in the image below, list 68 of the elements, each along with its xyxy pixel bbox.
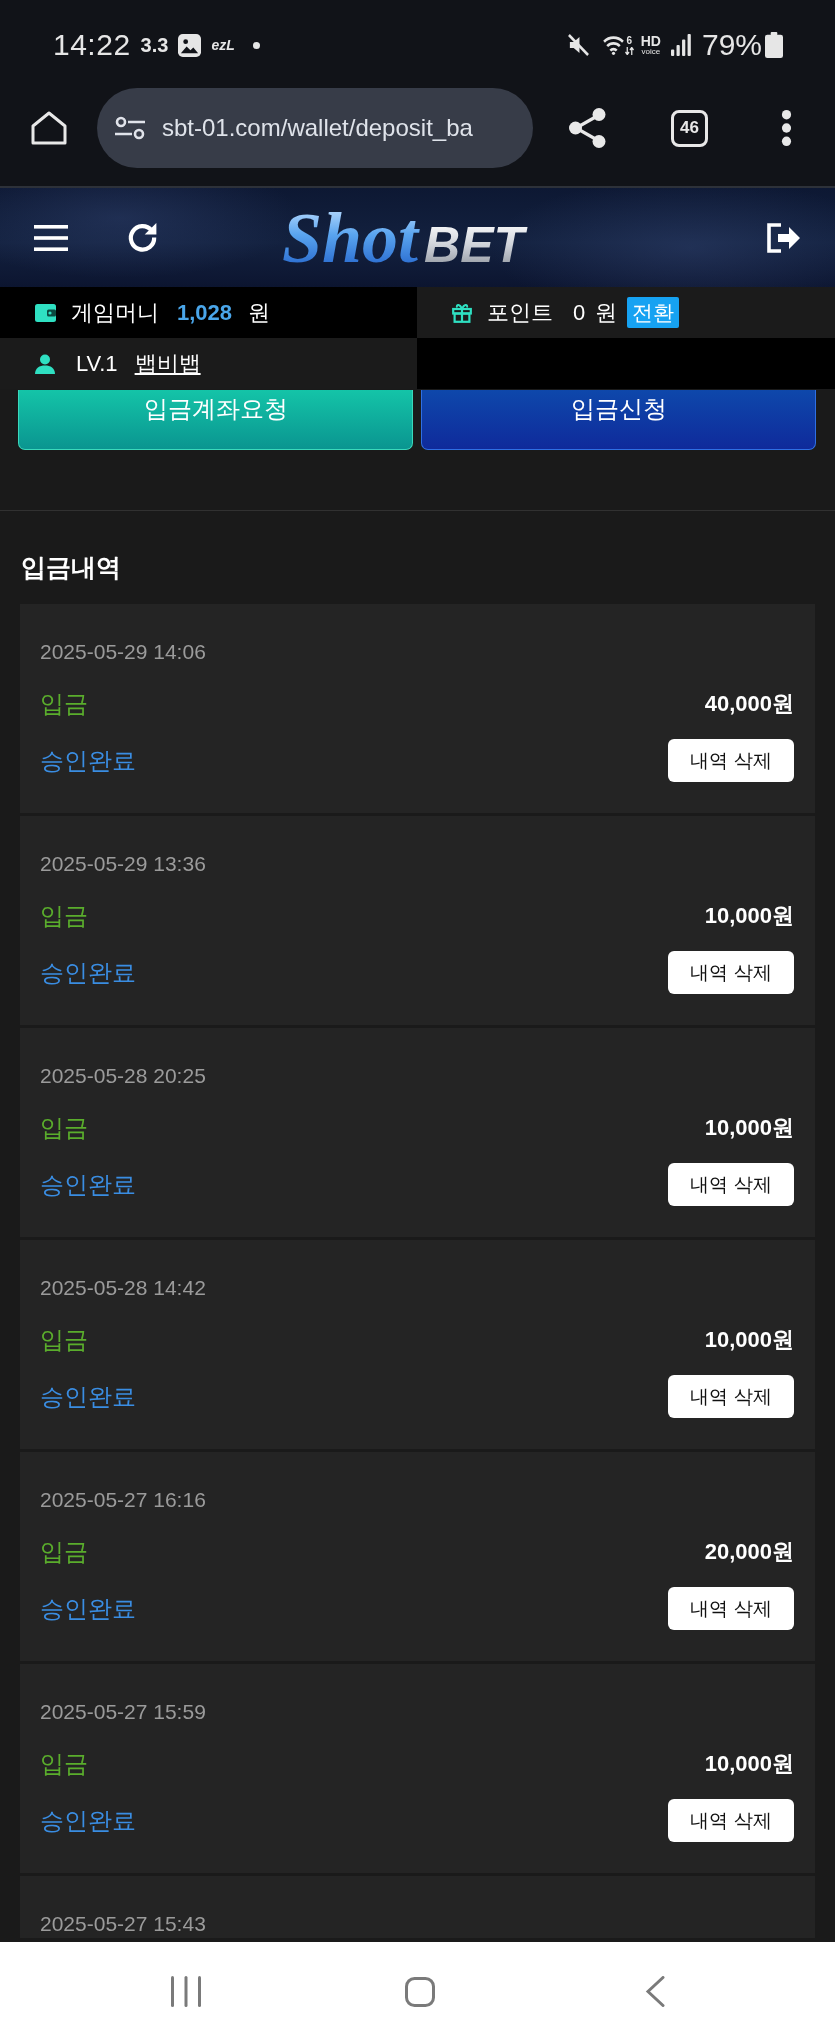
record-type: 입금 (40, 1537, 88, 1567)
voice-label: voice (641, 48, 661, 56)
url-text: sbt-01.com/wallet/deposit_ba (162, 114, 473, 142)
record-status: 승인완료 (40, 745, 136, 776)
record-date: 2025-05-28 20:25 (40, 1063, 207, 1089)
delete-record-button[interactable]: 내역 삭제 (668, 1799, 794, 1842)
record-type: 입금 (40, 1325, 88, 1355)
record-amount: 10,000원 (704, 1326, 794, 1354)
record-status: 승인완료 (40, 1805, 136, 1836)
currency-unit: 원 (595, 298, 618, 327)
record-amount: 10,000원 (704, 902, 794, 930)
game-money-amount: 1,028 (177, 299, 233, 326)
points-amount: 0 (573, 299, 586, 326)
menu-icon[interactable] (34, 224, 68, 251)
record-status: 승인완료 (40, 1169, 136, 1200)
transfer-arrows-icon (624, 46, 634, 55)
record-amount: 10,000원 (704, 1114, 794, 1142)
wallet-icon (35, 303, 56, 322)
section-title: 입금내역 (20, 552, 122, 582)
battery-level: 79% (701, 28, 762, 62)
record-date: 2025-05-27 15:59 (40, 1699, 207, 1725)
record-amount: 20,000원 (704, 1538, 794, 1566)
tab-switcher-button[interactable]: 46 (671, 109, 708, 147)
record-date: 2025-05-29 13:36 (40, 851, 207, 877)
status-time: 14:22 (53, 28, 131, 62)
delete-record-button[interactable]: 내역 삭제 (668, 951, 794, 994)
record-amount: 10,000원 (704, 1750, 794, 1778)
record-status: 승인완료 (40, 1593, 136, 1624)
record-date: 2025-05-27 15:43 (40, 1911, 207, 1937)
recent-apps-icon[interactable] (171, 1976, 201, 2007)
battery-icon (765, 32, 783, 58)
record-type: 입금 (40, 1749, 88, 1779)
tune-icon[interactable] (115, 116, 145, 140)
points-label: 포인트 (487, 298, 553, 327)
record-type: 입금 (40, 689, 88, 719)
back-icon[interactable] (645, 1976, 665, 2007)
wifi-band-label: 6 (626, 35, 632, 46)
dot-icon (252, 41, 260, 49)
signal-icon (670, 34, 691, 56)
username-link[interactable]: 뱁비뱁 (134, 348, 201, 379)
more-icon[interactable] (781, 109, 792, 147)
game-money-label: 게임머니 (71, 298, 159, 327)
share-icon[interactable] (569, 108, 606, 148)
delete-record-button[interactable]: 내역 삭제 (668, 1375, 794, 1418)
notification-text: 3.3 (140, 33, 169, 57)
record-status: 승인완료 (40, 957, 136, 988)
image-icon (178, 33, 202, 57)
notification-text: ezL (211, 37, 235, 53)
address-bar[interactable]: sbt-01.com/wallet/deposit_ba (97, 88, 533, 168)
muted-speaker-icon (566, 33, 590, 57)
hd-label: HD (640, 34, 661, 48)
record-status: 승인완료 (40, 1381, 136, 1412)
record-type: 입금 (40, 1113, 88, 1143)
delete-record-button[interactable]: 내역 삭제 (668, 1587, 794, 1630)
person-icon (35, 353, 55, 374)
record-date: 2025-05-28 14:42 (40, 1275, 207, 1301)
currency-unit: 원 (248, 298, 271, 327)
level-label: LV.1 (76, 350, 118, 377)
record-type: 입금 (40, 901, 88, 931)
delete-record-button[interactable]: 내역 삭제 (668, 1163, 794, 1206)
wifi-icon (602, 35, 624, 55)
record-amount: 40,000원 (704, 690, 794, 718)
record-date: 2025-05-29 14:06 (40, 639, 207, 665)
record-date: 2025-05-27 16:16 (40, 1487, 207, 1513)
logout-icon[interactable] (767, 222, 800, 253)
deposit-apply-button[interactable]: 입금신청 (421, 390, 816, 450)
delete-record-button[interactable]: 내역 삭제 (668, 739, 794, 782)
gift-icon (452, 302, 472, 323)
